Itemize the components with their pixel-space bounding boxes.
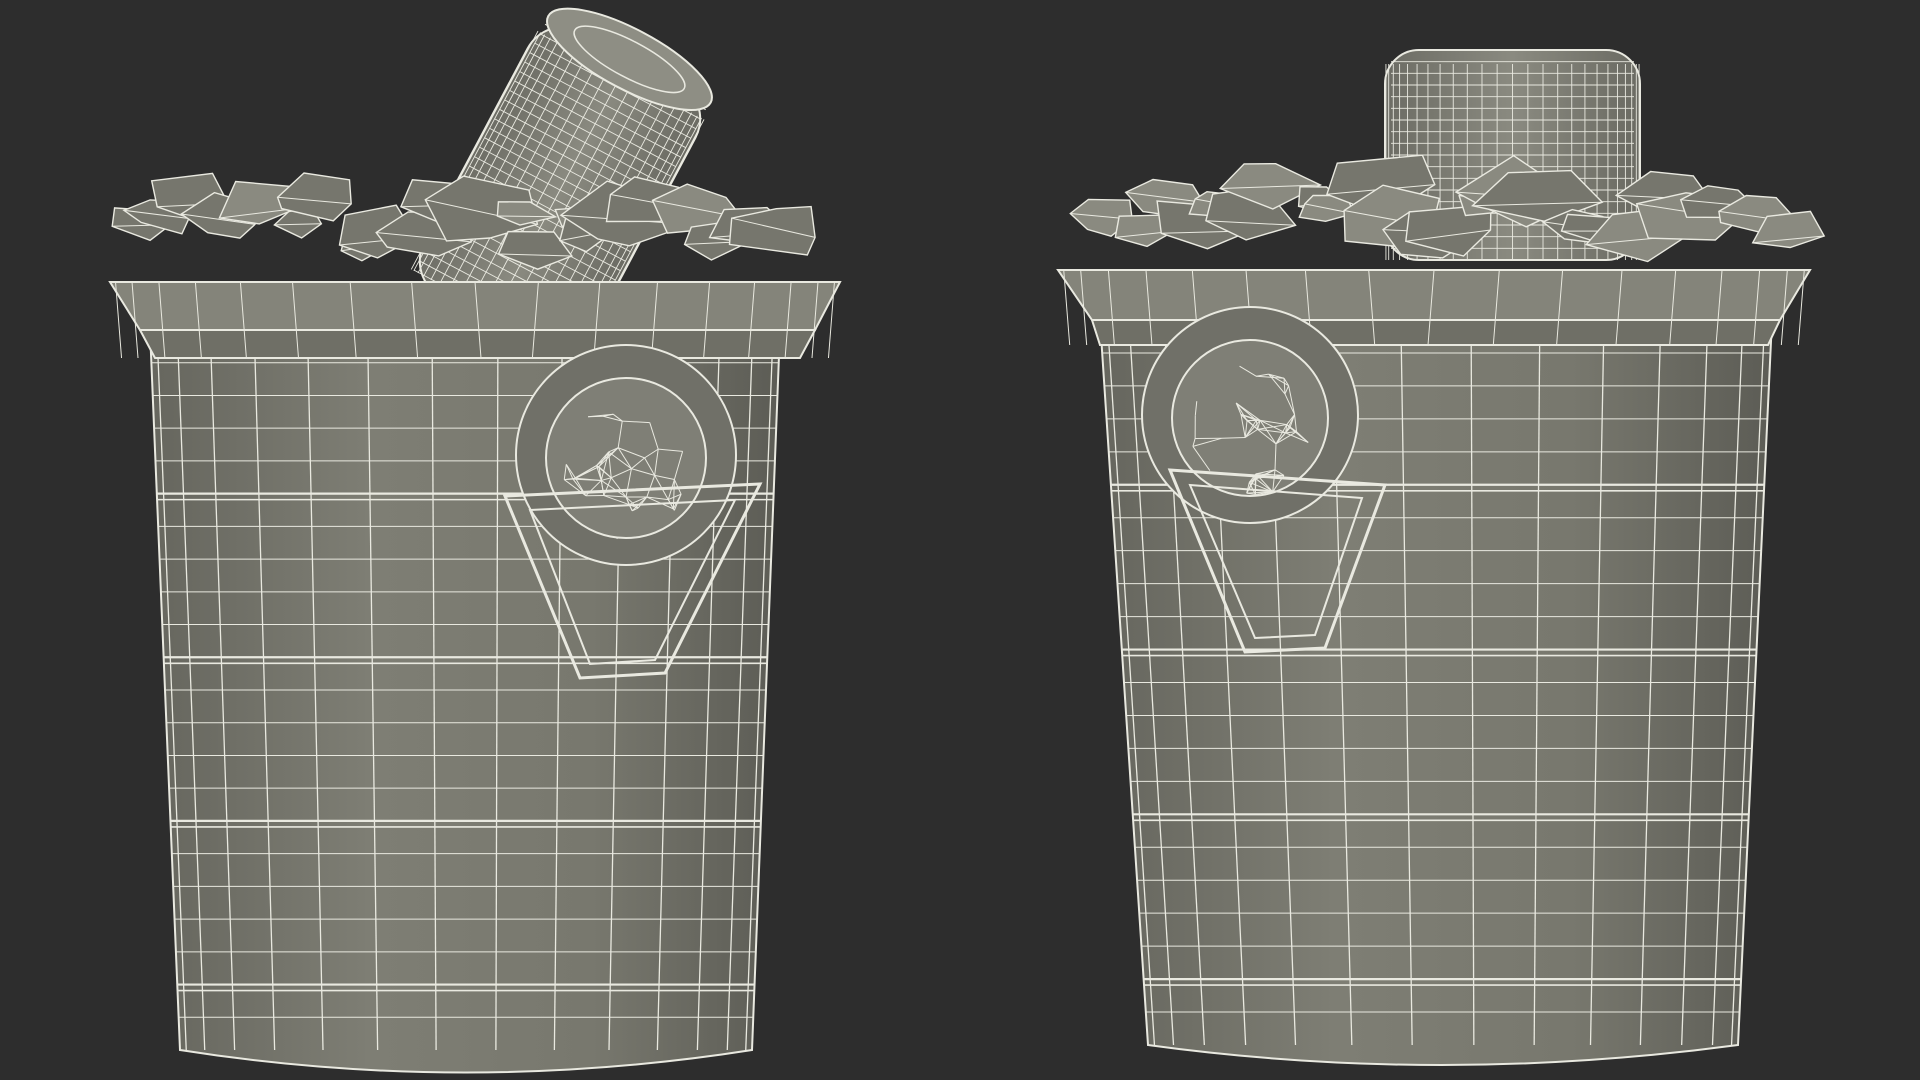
render-viewport [0,0,1920,1080]
wireframe-render [108,7,1826,1074]
bucket-view-right [1056,49,1826,1066]
bucket-rim-left [108,281,842,359]
bucket-view-left [108,7,842,1074]
bucket-rim-right [1056,269,1812,346]
